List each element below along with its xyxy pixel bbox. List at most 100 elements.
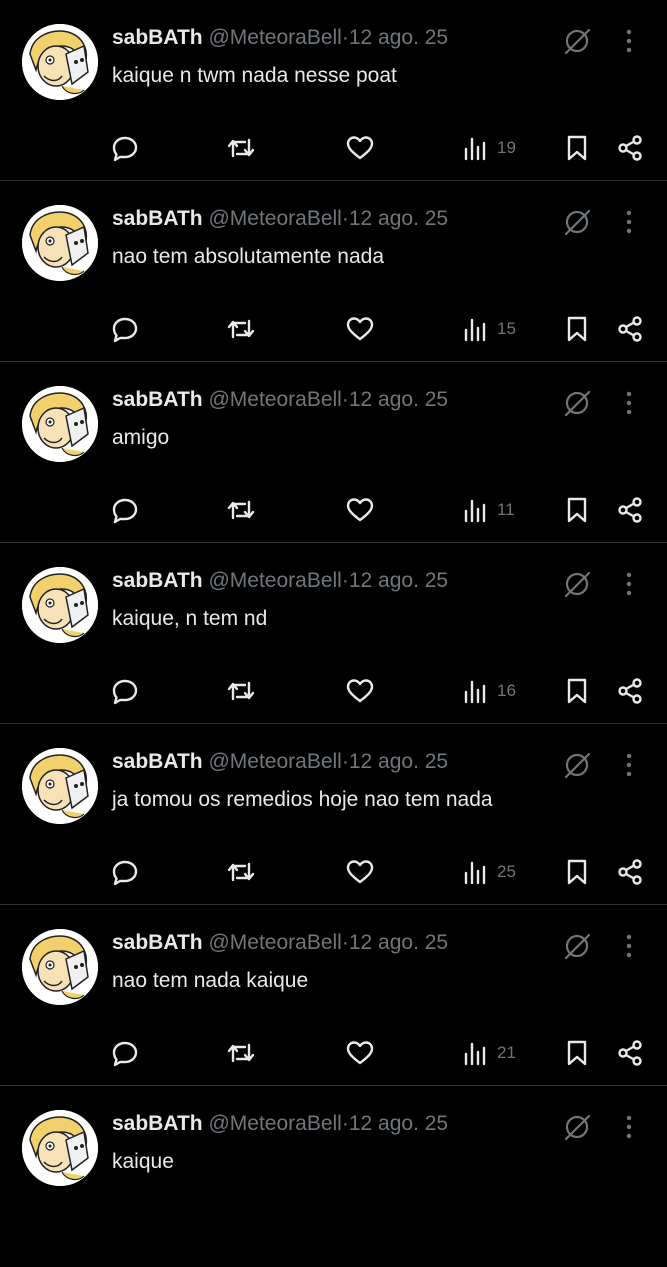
tweet[interactable]: sabBATh @MeteoraBell·12 ago. 25 kaique [0,1086,667,1267]
separator: · [341,207,349,230]
like-button[interactable] [346,856,374,888]
avatar[interactable] [22,929,98,1005]
user-handle[interactable]: @MeteoraBell [208,931,341,954]
more-vertical-icon[interactable] [617,207,641,237]
user-handle[interactable]: @MeteoraBell [208,388,341,411]
display-name[interactable]: sabBATh [112,207,203,230]
reply-button[interactable] [111,856,139,888]
more-vertical-icon[interactable] [617,388,641,418]
separator: · [341,931,349,954]
tweet[interactable]: sabBATh @MeteoraBell·12 ago. 25 nao tem … [0,905,667,1086]
more-vertical-icon[interactable] [617,1112,641,1142]
views-count: 16 [497,681,516,700]
retweet-button[interactable] [225,856,257,888]
tweet-text: nao tem absolutamente nada [112,245,385,268]
avatar[interactable] [22,386,98,462]
bookmark-button[interactable] [565,132,589,164]
display-name[interactable]: sabBATh [112,931,203,954]
heart-icon [346,317,374,341]
avatar[interactable] [22,205,98,281]
like-button[interactable] [346,1037,374,1069]
user-handle[interactable]: @MeteoraBell [208,750,341,773]
avatar[interactable] [22,24,98,100]
grok-icon[interactable] [562,1112,592,1142]
views-button[interactable]: 15 [463,313,516,345]
grok-icon[interactable] [562,931,592,961]
views-button[interactable]: 11 [463,494,515,526]
share-button[interactable] [616,132,644,164]
like-button[interactable] [346,675,374,707]
retweet-button[interactable] [225,132,257,164]
reply-button[interactable] [111,494,139,526]
user-handle[interactable]: @MeteoraBell [208,26,341,49]
reply-button[interactable] [111,313,139,345]
reply-button[interactable] [111,1037,139,1069]
cartoon-avatar-icon [22,205,98,281]
more-vertical-icon[interactable] [617,569,641,599]
tweet[interactable]: sabBATh @MeteoraBell·12 ago. 25 nao tem … [0,181,667,362]
tweet-header: sabBATh @MeteoraBell·12 ago. 25 [112,1110,448,1138]
grok-icon[interactable] [562,750,592,780]
share-button[interactable] [616,856,644,888]
bookmark-button[interactable] [565,675,589,707]
separator: · [341,569,349,592]
avatar[interactable] [22,1110,98,1186]
like-button[interactable] [346,132,374,164]
tweet-date[interactable]: 12 ago. 25 [349,750,448,773]
share-button[interactable] [616,313,644,345]
grok-icon[interactable] [562,207,592,237]
views-count: 21 [497,1043,516,1062]
avatar[interactable] [22,748,98,824]
tweet-header: sabBATh @MeteoraBell·12 ago. 25 [112,205,448,233]
bookmark-button[interactable] [565,1037,589,1069]
heart-icon [346,1041,374,1065]
user-handle[interactable]: @MeteoraBell [208,1112,341,1135]
tweet[interactable]: sabBATh @MeteoraBell·12 ago. 25 kaique n… [0,0,667,181]
more-vertical-icon[interactable] [617,750,641,780]
share-button[interactable] [616,494,644,526]
tweet-date[interactable]: 12 ago. 25 [349,207,448,230]
bookmark-icon [567,316,587,342]
share-icon [618,316,642,342]
retweet-button[interactable] [225,675,257,707]
views-button[interactable]: 25 [463,856,516,888]
display-name[interactable]: sabBATh [112,569,203,592]
views-chart-icon [464,137,486,161]
retweet-button[interactable] [225,313,257,345]
display-name[interactable]: sabBATh [112,1112,203,1135]
grok-icon[interactable] [562,569,592,599]
views-button[interactable]: 19 [463,132,516,164]
more-vertical-icon[interactable] [617,26,641,56]
user-handle[interactable]: @MeteoraBell [208,569,341,592]
avatar[interactable] [22,567,98,643]
share-button[interactable] [616,1037,644,1069]
tweet[interactable]: sabBATh @MeteoraBell·12 ago. 25 amigo 11 [0,362,667,543]
user-handle[interactable]: @MeteoraBell [208,207,341,230]
tweet-date[interactable]: 12 ago. 25 [349,26,448,49]
more-vertical-icon[interactable] [617,931,641,961]
views-button[interactable]: 21 [463,1037,516,1069]
share-button[interactable] [616,675,644,707]
reply-button[interactable] [111,675,139,707]
tweet-date[interactable]: 12 ago. 25 [349,388,448,411]
grok-icon[interactable] [562,26,592,56]
bookmark-button[interactable] [565,856,589,888]
grok-icon[interactable] [562,388,592,418]
retweet-button[interactable] [225,494,257,526]
display-name[interactable]: sabBATh [112,26,203,49]
tweet-date[interactable]: 12 ago. 25 [349,931,448,954]
tweet[interactable]: sabBATh @MeteoraBell·12 ago. 25 ja tomou… [0,724,667,905]
views-button[interactable]: 16 [463,675,516,707]
tweet-header: sabBATh @MeteoraBell·12 ago. 25 [112,24,448,52]
like-button[interactable] [346,313,374,345]
retweet-button[interactable] [225,1037,257,1069]
tweet-date[interactable]: 12 ago. 25 [349,1112,448,1135]
display-name[interactable]: sabBATh [112,750,203,773]
display-name[interactable]: sabBATh [112,388,203,411]
tweet[interactable]: sabBATh @MeteoraBell·12 ago. 25 kaique, … [0,543,667,724]
reply-button[interactable] [111,132,139,164]
tweet-date[interactable]: 12 ago. 25 [349,569,448,592]
bookmark-button[interactable] [565,494,589,526]
bookmark-button[interactable] [565,313,589,345]
like-button[interactable] [346,494,374,526]
